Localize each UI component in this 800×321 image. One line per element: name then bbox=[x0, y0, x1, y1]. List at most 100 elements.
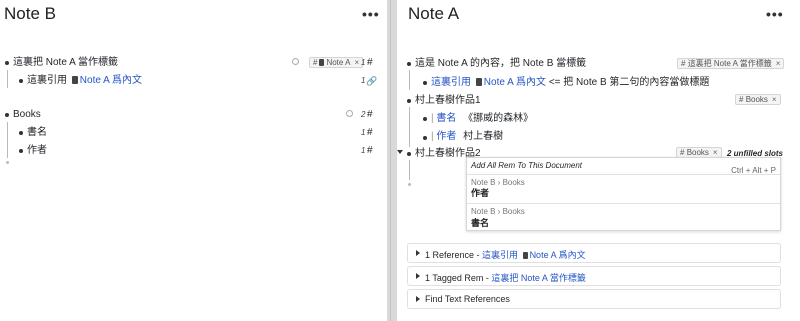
remove-tag-icon[interactable]: × bbox=[772, 95, 777, 104]
empty-bullet[interactable] bbox=[408, 183, 411, 186]
bullet[interactable] bbox=[19, 131, 23, 135]
count-label: 1 bbox=[361, 128, 366, 137]
slot-row[interactable]: | 作者 村上春樹 bbox=[431, 131, 503, 143]
slot-suggestion-popup: Add All Rem To This Document Ctrl + Alt … bbox=[466, 157, 781, 231]
expand-chevron-icon[interactable] bbox=[416, 296, 420, 302]
empty-bullet[interactable] bbox=[6, 161, 9, 164]
add-all-label: Add All Rem To This Document bbox=[471, 161, 583, 170]
bullet[interactable] bbox=[423, 81, 427, 85]
hash-icon[interactable]: # bbox=[367, 57, 373, 69]
hash-icon: # bbox=[739, 95, 744, 104]
bullet[interactable] bbox=[5, 113, 9, 117]
rem-text[interactable]: 這裏把 Note A 當作標籤 bbox=[13, 57, 118, 69]
tag-chip[interactable]: # Note A × bbox=[309, 57, 364, 68]
references-section[interactable]: 1 Reference - 這裏引用 Note A 爲內文 bbox=[407, 243, 781, 263]
expand-chevron-icon[interactable] bbox=[416, 250, 420, 256]
hash-icon: # bbox=[680, 148, 685, 157]
suggestion-name: 書名 bbox=[471, 218, 490, 228]
text-references-section[interactable]: Find Text References bbox=[407, 289, 781, 309]
rem-reference-link[interactable]: 這裏把 Note A 當作標籤 bbox=[491, 273, 586, 283]
tag-chip[interactable]: # 這裏把 Note A 當作標籤 × bbox=[677, 58, 785, 69]
slot-value[interactable]: 村上春樹 bbox=[463, 131, 503, 142]
rem-text[interactable]: Books bbox=[13, 109, 41, 121]
suggestion-item[interactable]: Note B › Books 書名 bbox=[467, 205, 780, 229]
link-icon[interactable]: 🔗 bbox=[366, 75, 377, 87]
section-label: Find Text References bbox=[425, 294, 510, 304]
document-reference-link[interactable]: Note A 爲內文 bbox=[484, 77, 546, 88]
rem-reference-link[interactable]: Note A 爲內文 bbox=[80, 75, 142, 86]
document-reference-link[interactable]: Note A 爲內文 bbox=[530, 250, 586, 260]
bullet[interactable] bbox=[407, 62, 411, 66]
rem-reference-link[interactable]: 這裏引用 bbox=[482, 250, 518, 260]
circle-icon[interactable] bbox=[292, 58, 299, 65]
hash-icon[interactable]: # bbox=[367, 145, 373, 157]
indent-line bbox=[7, 122, 8, 158]
document-icon bbox=[522, 252, 528, 259]
count-label: 2 bbox=[361, 110, 366, 119]
slot-row[interactable]: | 書名 《挪威的森林》 bbox=[431, 113, 533, 125]
tag-label: 這裏把 Note A 當作標籤 bbox=[687, 59, 772, 68]
indent-line bbox=[409, 70, 410, 90]
rem-text[interactable]: 這裏引用 Note A 爲內文 bbox=[27, 75, 142, 87]
tagged-rem-section[interactable]: 1 Tagged Rem - 這裏把 Note A 當作標籤 bbox=[407, 266, 781, 286]
note-b-pane: Note B ••• 這裏把 Note A 當作標籤 # Note A × 1 # … bbox=[0, 0, 387, 321]
slot-divider: | bbox=[431, 113, 434, 124]
hash-icon[interactable]: # bbox=[367, 109, 373, 121]
references-count: 1 Reference - bbox=[425, 250, 483, 260]
rem-text[interactable]: 這是 Note A 的內容，把 Note B 當標籤 bbox=[415, 58, 586, 70]
hash-icon: # bbox=[313, 58, 318, 67]
remove-tag-icon[interactable]: × bbox=[713, 148, 718, 157]
rem-text[interactable]: 作者 bbox=[27, 145, 47, 157]
hash-icon: # bbox=[681, 59, 686, 68]
hash-icon[interactable]: # bbox=[367, 127, 373, 139]
count-label: 1 bbox=[361, 146, 366, 155]
tag-label: Note A bbox=[326, 58, 351, 67]
rem-text[interactable]: 書名 bbox=[27, 127, 47, 139]
suggestion-item[interactable]: Note B › Books 作者 bbox=[467, 176, 780, 200]
more-options-icon[interactable]: ••• bbox=[362, 6, 380, 22]
slot-label[interactable]: 書名 bbox=[436, 113, 456, 124]
page-title: Note B bbox=[4, 4, 56, 23]
count-label: 1 bbox=[361, 58, 366, 67]
divider bbox=[467, 203, 780, 204]
divider bbox=[467, 174, 780, 175]
bullet[interactable] bbox=[407, 99, 411, 103]
document-icon bbox=[475, 78, 482, 86]
more-options-icon[interactable]: ••• bbox=[766, 6, 784, 22]
tag-label: Books bbox=[686, 148, 709, 157]
page-title: Note A bbox=[408, 4, 460, 23]
bullet[interactable] bbox=[423, 117, 427, 121]
slot-value[interactable]: 《挪威的森林》 bbox=[463, 113, 533, 124]
tag-label: Books bbox=[745, 95, 768, 104]
bullet[interactable] bbox=[5, 61, 9, 65]
document-icon bbox=[319, 59, 325, 66]
suggestion-name: 作者 bbox=[471, 188, 490, 198]
circle-icon[interactable] bbox=[346, 110, 353, 117]
tagged-count: 1 Tagged Rem - bbox=[425, 273, 492, 283]
slot-label[interactable]: 作者 bbox=[436, 131, 456, 142]
rem-prefix: 這裏引用 bbox=[27, 75, 67, 86]
indent-line bbox=[409, 107, 410, 147]
rem-suffix: <= 把 Note B 第二句的內容當做標題 bbox=[548, 77, 710, 88]
indent-line bbox=[7, 70, 8, 88]
pane-divider[interactable] bbox=[387, 0, 397, 321]
document-icon bbox=[71, 76, 78, 84]
collapse-chevron-icon[interactable] bbox=[397, 150, 403, 154]
tag-chip[interactable]: # Books × bbox=[735, 94, 781, 105]
count-label: 1 bbox=[361, 76, 366, 85]
expand-chevron-icon[interactable] bbox=[416, 273, 420, 279]
remove-tag-icon[interactable]: × bbox=[354, 58, 359, 67]
bullet[interactable] bbox=[407, 152, 411, 156]
remove-tag-icon[interactable]: × bbox=[776, 59, 781, 68]
section-label: 1 Reference - 這裏引用 Note A 爲內文 bbox=[425, 248, 586, 261]
bullet[interactable] bbox=[19, 79, 23, 83]
section-label: 1 Tagged Rem - 這裏把 Note A 當作標籤 bbox=[425, 271, 586, 284]
indent-line bbox=[409, 160, 410, 180]
rem-text[interactable]: 這裏引用 Note A 爲內文 <= 把 Note B 第二句的內容當做標題 bbox=[431, 77, 709, 89]
slot-divider: | bbox=[431, 131, 434, 142]
add-all-rem-option[interactable]: Add All Rem To This Document Ctrl + Alt … bbox=[467, 160, 780, 175]
rem-text[interactable]: 村上春樹作品1 bbox=[415, 95, 481, 107]
bullet[interactable] bbox=[423, 136, 427, 140]
rem-reference-link[interactable]: 這裏引用 bbox=[431, 77, 471, 88]
bullet[interactable] bbox=[19, 149, 23, 153]
